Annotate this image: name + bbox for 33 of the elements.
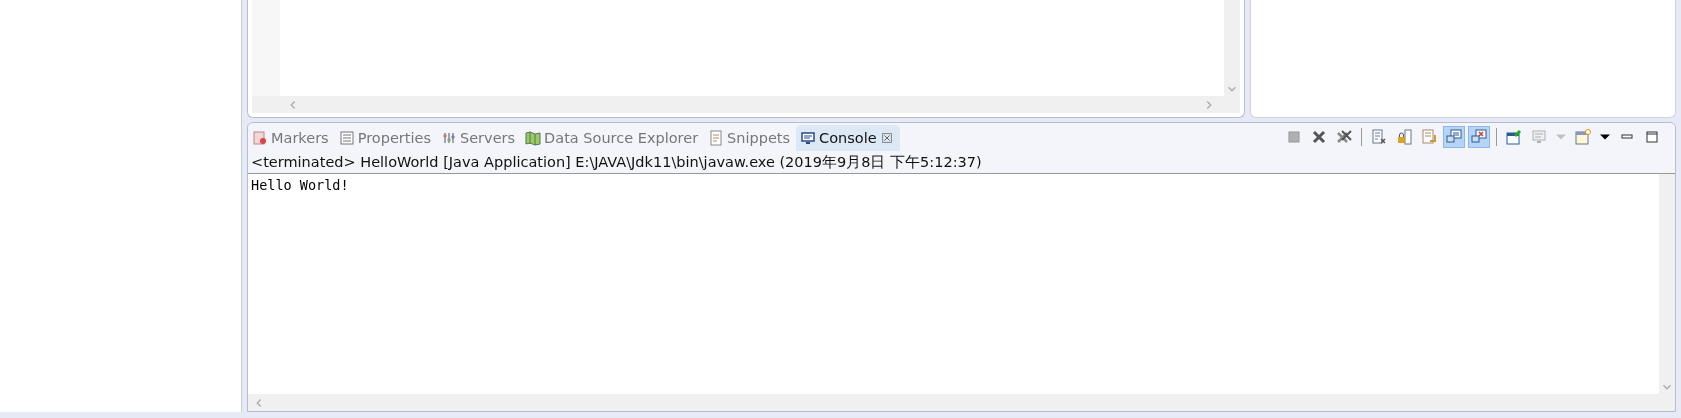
- close-icon: [879, 131, 894, 145]
- monitor-icon: [1531, 129, 1547, 145]
- view-tab[interactable]: Properties: [334, 125, 437, 151]
- scrollbar[interactable]: [252, 96, 1224, 113]
- lock-icon: [1396, 129, 1412, 145]
- stop-icon: [1286, 129, 1302, 145]
- scrollbar[interactable]: [248, 394, 1675, 411]
- console-output: Hello World!: [250, 176, 350, 195]
- close-icon: [1311, 129, 1327, 145]
- list-icon: [338, 130, 355, 146]
- view-tab[interactable]: Console: [796, 125, 900, 151]
- maximize-icon: [1644, 129, 1660, 145]
- view-tab[interactable]: Servers: [436, 125, 522, 151]
- map-icon: [525, 130, 542, 146]
- process-status: <terminated> HelloWorld [Java Application] E:\JAVA\Jdk11\bin\javaw.exe (2019年9月8日 下午5:12:37): [248, 151, 1675, 174]
- pin-icon: [1506, 129, 1522, 145]
- view-tab[interactable]: Data Source Explorer: [521, 125, 705, 151]
- monitor-icon: [800, 130, 817, 146]
- document-icon: [1421, 129, 1437, 145]
- scrollbar[interactable]: [1224, 0, 1240, 96]
- monitor-icon: [1446, 129, 1462, 145]
- document-icon: [1371, 129, 1387, 145]
- markers-icon: [252, 130, 268, 146]
- caret-icon: [1556, 134, 1566, 140]
- window-icon: [1575, 129, 1591, 145]
- document-icon: [708, 130, 725, 146]
- scrollbar[interactable]: [1659, 174, 1675, 394]
- view-tab[interactable]: Markers: [248, 125, 335, 151]
- caret-icon: [1600, 134, 1610, 140]
- close-icon: [1336, 129, 1352, 145]
- servers-icon: [440, 130, 457, 146]
- monitor-icon: [1471, 129, 1487, 145]
- view-tab[interactable]: Snippets: [704, 125, 797, 151]
